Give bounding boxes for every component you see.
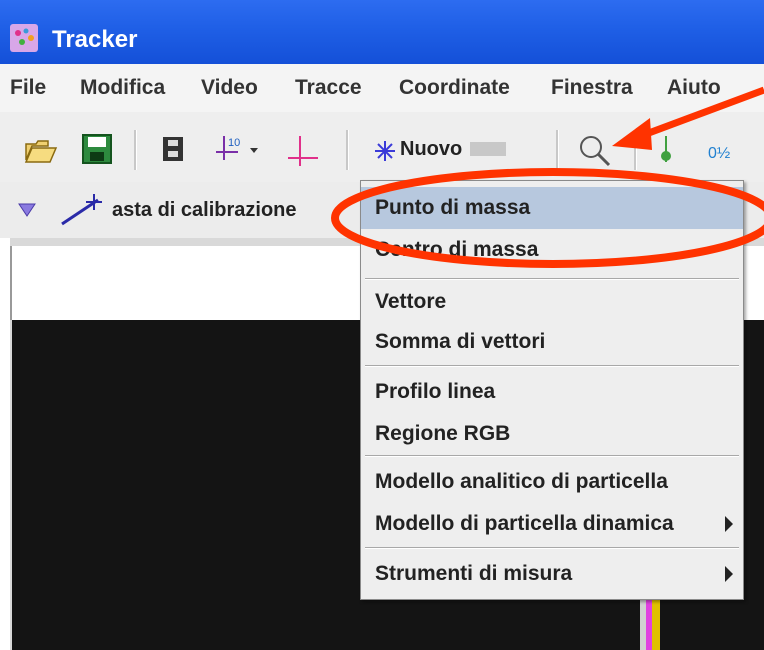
- annotation-ellipse: [331, 168, 764, 268]
